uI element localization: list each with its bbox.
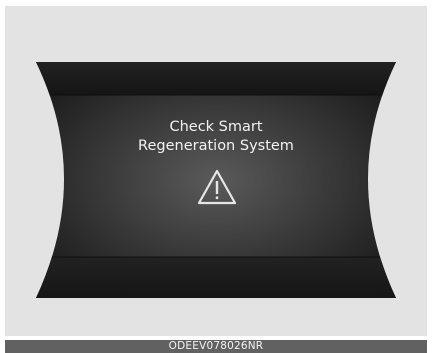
warning-message: Check Smart Regeneration System (0, 118, 432, 156)
warning-triangle-icon (197, 169, 237, 205)
message-line-1: Check Smart (169, 119, 263, 135)
message-line-2: Regeneration System (138, 138, 294, 154)
figure-code-bar: ODEEV078026NR (5, 340, 427, 353)
